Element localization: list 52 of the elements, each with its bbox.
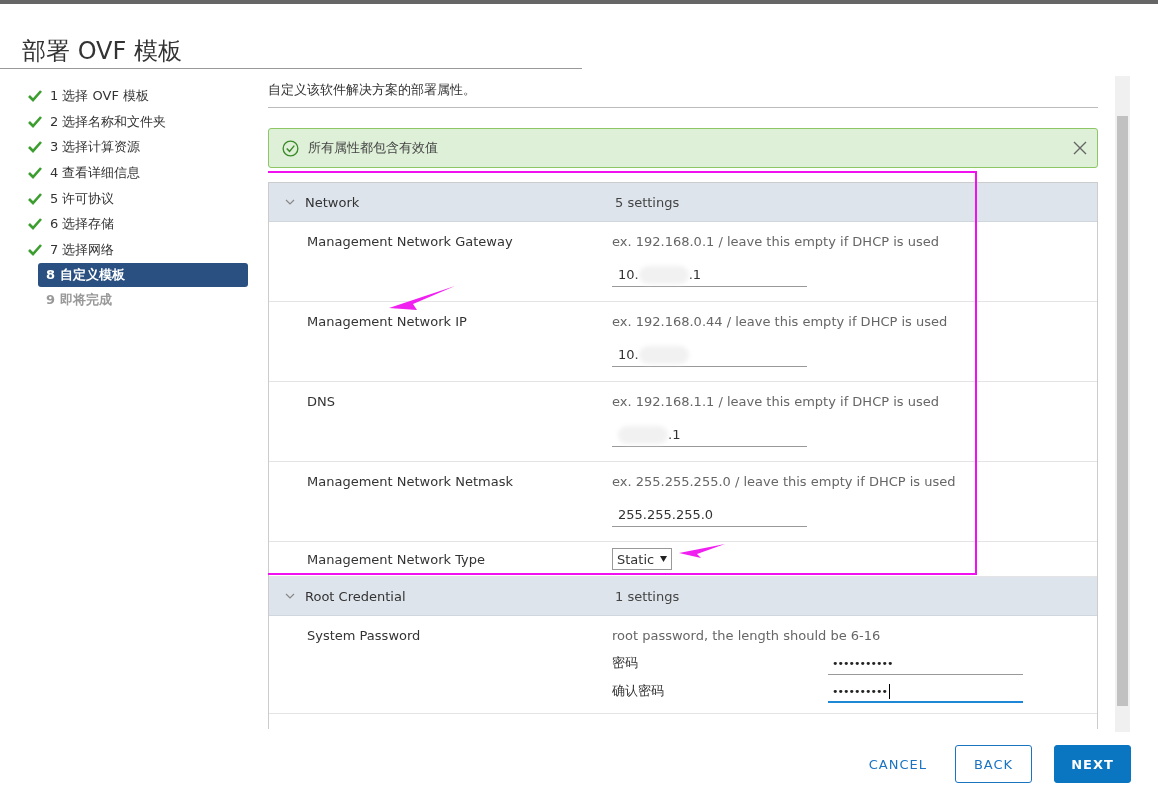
next-button[interactable]: NEXT bbox=[1054, 745, 1131, 783]
dropdown-caret-icon bbox=[660, 556, 668, 562]
checkmark-icon bbox=[28, 141, 42, 154]
checkmark-icon bbox=[28, 243, 42, 256]
checkmark-icon bbox=[28, 115, 42, 128]
group-name: Network bbox=[305, 194, 361, 210]
close-button[interactable] bbox=[1073, 141, 1087, 155]
property-label: Management Network IP bbox=[307, 314, 467, 329]
property-hint: ex. 192.168.1.1 / leave this empty if DHCP is used bbox=[612, 394, 940, 409]
wizard-step[interactable]: 1 选择 OVF 模板 bbox=[28, 83, 248, 109]
input-field[interactable]: 255.255.255.0 bbox=[612, 503, 807, 527]
property-hint: root password, the length should be 6-16 bbox=[612, 628, 882, 643]
wizard-step[interactable]: 4 查看详细信息 bbox=[28, 160, 248, 186]
field-label: 密码 bbox=[612, 654, 639, 672]
wizard-step[interactable]: 2 选择名称和文件夹 bbox=[28, 108, 248, 135]
property-hint: ex. 192.168.0.1 / leave this empty if DHCP is used bbox=[612, 234, 940, 249]
group-header[interactable]: Network 5 settings bbox=[269, 183, 1097, 222]
checkmark-icon bbox=[28, 218, 42, 231]
scrollbar[interactable] bbox=[1115, 76, 1130, 732]
group-name: Root Credential bbox=[305, 588, 407, 604]
property-label: Management Network Type bbox=[307, 551, 486, 567]
checkmark-icon bbox=[28, 166, 42, 179]
checkmark-icon bbox=[28, 192, 42, 205]
check-circle-icon bbox=[282, 139, 299, 157]
password-field[interactable]: ••••••••••• bbox=[828, 653, 1023, 675]
alert-message: 所有属性都包含有效值 bbox=[308, 139, 439, 157]
close-icon bbox=[1073, 141, 1087, 155]
property-label: DNS bbox=[307, 394, 335, 409]
description-text: 自定义该软件解决方案的部署属性。 bbox=[268, 81, 1098, 108]
password-field[interactable]: •••••••••• bbox=[828, 681, 1023, 703]
input-field[interactable]: 10. .1 bbox=[612, 263, 807, 287]
input-field[interactable]: .1 bbox=[612, 423, 807, 447]
wizard-step[interactable]: 8 自定义模板 bbox=[38, 262, 248, 287]
property-hint: ex. 255.255.255.0 / leave this empty if DHCP is used bbox=[612, 474, 957, 489]
back-button[interactable]: BACK bbox=[955, 745, 1032, 783]
property-label: System Password bbox=[307, 628, 421, 643]
property-hint: ex. 192.168.0.44 / leave this empty if DHCP is used bbox=[612, 314, 949, 329]
input-field[interactable]: 10. bbox=[612, 343, 807, 367]
wizard-step[interactable]: 5 许可协议 bbox=[28, 185, 248, 212]
settings-count: 1 settings bbox=[615, 588, 680, 604]
cancel-button[interactable]: CANCEL bbox=[862, 745, 933, 783]
field-label: 确认密码 bbox=[612, 682, 665, 700]
checkmark-icon bbox=[28, 89, 42, 102]
wizard-step[interactable]: 3 选择计算资源 bbox=[28, 134, 248, 161]
settings-count: 5 settings bbox=[615, 194, 680, 210]
property-label: Management Network Gateway bbox=[307, 234, 513, 249]
wizard-step[interactable]: 6 选择存储 bbox=[28, 211, 248, 238]
wizard-step[interactable]: 7 选择网络 bbox=[28, 237, 248, 263]
property-label: Management Network Netmask bbox=[307, 474, 513, 489]
group-header[interactable]: Root Credential 1 settings bbox=[269, 577, 1097, 616]
dialog-title: 部署 OVF 模板 bbox=[0, 4, 582, 69]
scrollbar-thumb[interactable] bbox=[1117, 116, 1128, 706]
